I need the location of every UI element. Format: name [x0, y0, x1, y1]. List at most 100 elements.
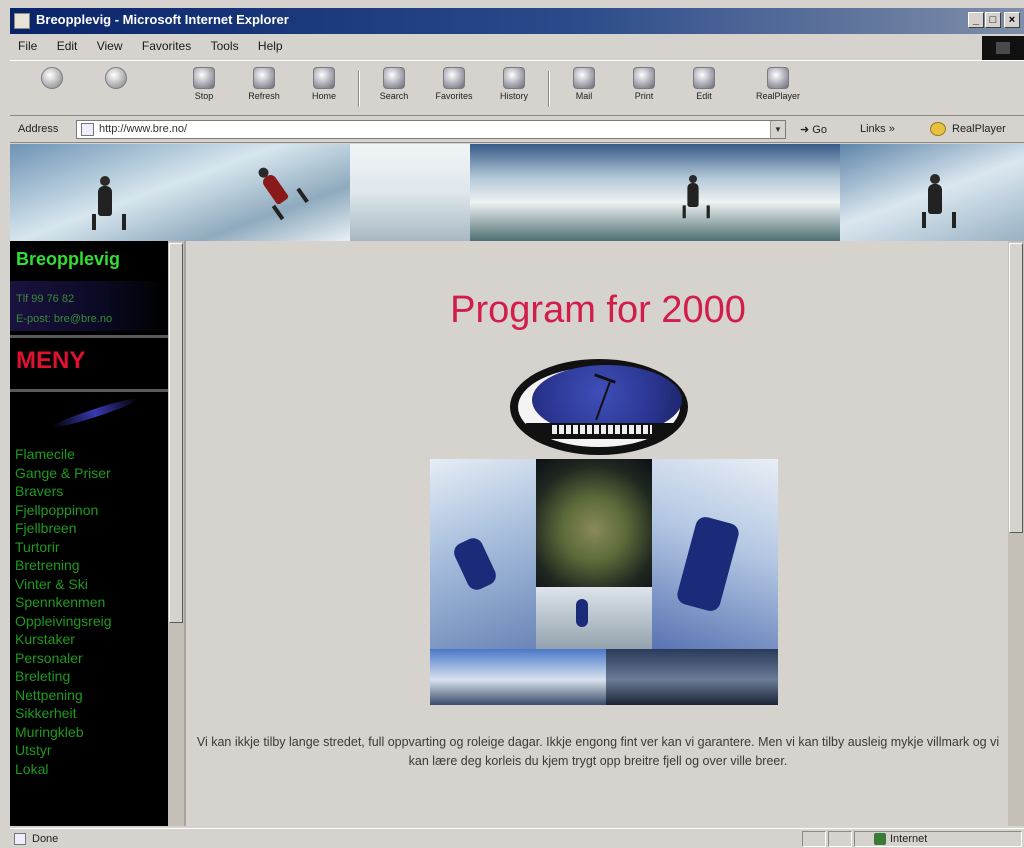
- menu-help[interactable]: Help: [250, 36, 291, 56]
- realplayer-link-icon: [930, 122, 946, 136]
- collage-mountain-photo: [536, 459, 652, 587]
- intro-text: Vi kan ikkje tilby lange stredet, full o…: [196, 735, 1000, 768]
- sidebar-link[interactable]: Muringkleb: [15, 723, 112, 742]
- mail-icon: [573, 67, 595, 89]
- toolbar-separator: [358, 71, 360, 107]
- sidebar-link[interactable]: Sikkerheit: [15, 704, 112, 723]
- forward-arrow-icon: [105, 67, 127, 89]
- status-pane: [802, 831, 826, 847]
- status-text: Done: [32, 833, 59, 845]
- back-button[interactable]: [24, 65, 80, 113]
- maximize-button[interactable]: □: [985, 12, 1001, 28]
- club-logo: [510, 359, 688, 455]
- sidebar-link[interactable]: Nettpening: [15, 686, 112, 705]
- home-icon: [313, 67, 335, 89]
- collage-summit-photo: [430, 649, 606, 705]
- title-bar[interactable]: Breopplevig - Microsoft Internet Explore…: [10, 8, 1024, 34]
- sidebar-link[interactable]: Vinter & Ski: [15, 575, 112, 594]
- address-label: Address: [18, 123, 59, 135]
- address-url: http://www.bre.no/: [99, 123, 188, 135]
- content-scroll-thumb[interactable]: [1009, 243, 1023, 533]
- sidebar-link[interactable]: Breleting: [15, 667, 112, 686]
- page-title: Program for 2000: [450, 289, 746, 331]
- site-title: Breopplevig: [16, 249, 121, 269]
- sidebar-link[interactable]: Gange & Priser: [15, 464, 112, 483]
- menu-bar: File Edit View Favorites Tools Help: [10, 36, 1024, 58]
- realplayer-button[interactable]: RealPlayer: [750, 65, 806, 113]
- print-icon: [633, 67, 655, 89]
- browser-window: Breopplevig - Microsoft Internet Explore…: [0, 0, 1024, 848]
- window-title: Breopplevig - Microsoft Internet Explore…: [36, 12, 289, 27]
- edit-icon: [693, 67, 715, 89]
- stop-button[interactable]: Stop: [176, 65, 232, 113]
- sidebar-divider: [10, 335, 168, 338]
- back-arrow-icon: [41, 67, 63, 89]
- climber-figure: [682, 175, 710, 219]
- photo-collage: [430, 459, 778, 705]
- sidebar-link[interactable]: Lokal: [15, 760, 112, 779]
- menu-file[interactable]: File: [10, 36, 45, 56]
- realplayer-icon: [767, 67, 789, 89]
- contact-phone: Tlf 99 76 82: [16, 293, 75, 305]
- forward-button[interactable]: [88, 65, 144, 113]
- realplayer-link[interactable]: RealPlayer: [952, 123, 1006, 135]
- sidebar-menu: Flamecile Gange & Priser Bravers Fjellpo…: [15, 445, 112, 778]
- close-button[interactable]: ×: [1004, 12, 1020, 28]
- contact-email[interactable]: E-post: bre@bre.no: [16, 309, 112, 329]
- address-dropdown-icon[interactable]: ▼: [770, 121, 785, 138]
- favorites-icon: [443, 67, 465, 89]
- home-button[interactable]: Home: [296, 65, 352, 113]
- history-button[interactable]: History: [486, 65, 542, 113]
- sidebar-link[interactable]: Oppleivingsreig: [15, 612, 112, 631]
- content-scrollbar[interactable]: [1008, 241, 1024, 826]
- search-icon: [383, 67, 405, 89]
- status-bar: Done Internet: [10, 828, 1024, 848]
- go-button[interactable]: ➜ Go: [800, 123, 827, 136]
- menu-edit[interactable]: Edit: [49, 36, 86, 56]
- sidebar-frame: Breopplevig Tlf 99 76 82 E-post: bre@bre…: [10, 241, 168, 826]
- favorites-button[interactable]: Favorites: [426, 65, 482, 113]
- sidebar-link[interactable]: Bravers: [15, 482, 112, 501]
- internet-zone-icon: [874, 833, 886, 845]
- address-input[interactable]: http://www.bre.no/ ▼: [76, 120, 786, 139]
- collage-snow-field-photo: [536, 587, 652, 657]
- menu-tools[interactable]: Tools: [203, 36, 247, 56]
- menu-favorites[interactable]: Favorites: [134, 36, 199, 56]
- history-icon: [503, 67, 525, 89]
- refresh-icon: [253, 67, 275, 89]
- banner-glacier-photo: [470, 144, 840, 241]
- standard-toolbar: Stop Refresh Home Search Favorites Histo…: [10, 60, 1024, 116]
- minimize-button[interactable]: _: [968, 12, 984, 28]
- security-zone: Internet: [890, 833, 928, 845]
- page-status-icon: [14, 833, 26, 845]
- sidebar-link[interactable]: Fjellpoppinon: [15, 501, 112, 520]
- sidebar-link[interactable]: Flamecile: [15, 445, 112, 464]
- links-button[interactable]: Links »: [860, 123, 895, 135]
- sidebar-link[interactable]: Utstyr: [15, 741, 112, 760]
- sidebar-link[interactable]: Bretrening: [15, 556, 112, 575]
- sidebar-scrollbar[interactable]: [168, 241, 184, 826]
- sidebar-link[interactable]: Spennkenmen: [15, 593, 112, 612]
- menu-view[interactable]: View: [89, 36, 131, 56]
- collage-ridge-photo: [606, 649, 778, 705]
- stop-icon: [193, 67, 215, 89]
- sidebar-scroll-thumb[interactable]: [169, 243, 183, 623]
- windows-logo-throbber: [982, 36, 1024, 60]
- sidebar-link[interactable]: Turtorir: [15, 538, 112, 557]
- climber-figure: [92, 176, 126, 230]
- edit-button[interactable]: Edit: [676, 65, 732, 113]
- refresh-button[interactable]: Refresh: [236, 65, 292, 113]
- banner-snow-photo: [350, 144, 470, 241]
- mail-button[interactable]: Mail: [556, 65, 612, 113]
- search-button[interactable]: Search: [366, 65, 422, 113]
- sidebar-link[interactable]: Fjellbreen: [15, 519, 112, 538]
- climber-figure: [576, 599, 588, 627]
- page-icon: [81, 123, 94, 136]
- sidebar-link[interactable]: Personaler: [15, 649, 112, 668]
- main-content-frame: Program for 2000 Vi kan ikkje tilby lang…: [184, 241, 1008, 826]
- sidebar-divider: [10, 389, 168, 392]
- print-button[interactable]: Print: [616, 65, 672, 113]
- sidebar-link[interactable]: Kurstaker: [15, 630, 112, 649]
- status-pane: [828, 831, 852, 847]
- address-bar: Address http://www.bre.no/ ▼ ➜ Go Links …: [10, 117, 1024, 143]
